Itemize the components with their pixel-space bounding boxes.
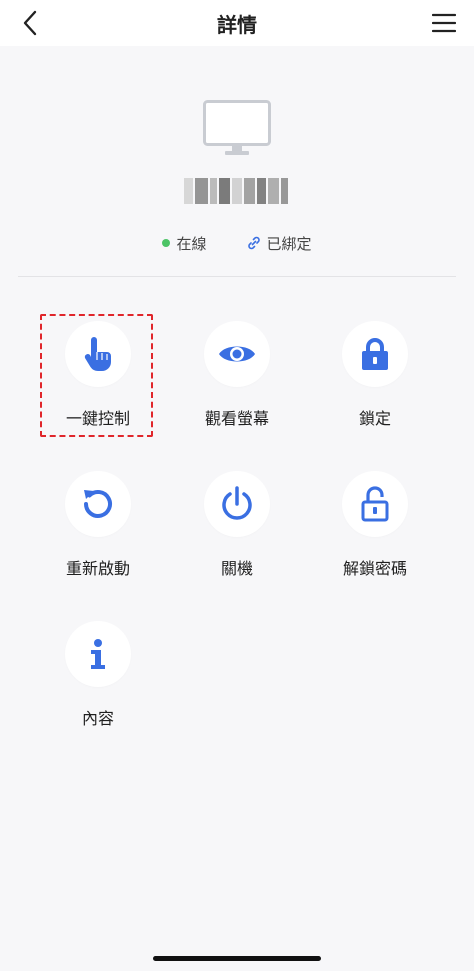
unlock-icon: [361, 486, 389, 522]
device-status-row: 在線 已綁定: [0, 233, 474, 253]
bound-status: 已綁定: [247, 233, 312, 254]
lock-button[interactable]: 鎖定: [315, 321, 435, 441]
hand-pointer-icon: [84, 337, 111, 371]
power-icon: [222, 486, 252, 520]
restart-button[interactable]: 重新啟動: [38, 471, 158, 591]
properties-button[interactable]: 內容: [38, 621, 158, 741]
one-click-control-circle: [65, 321, 131, 387]
hamburger-menu-icon: [432, 13, 456, 33]
lock-circle: [342, 321, 408, 387]
restart-circle: [65, 471, 131, 537]
link-icon: [247, 236, 260, 250]
one-click-control-button[interactable]: 一鍵控制: [38, 321, 158, 441]
watch-screen-label: 觀看螢幕: [204, 409, 269, 428]
watch-screen-button[interactable]: 觀看螢幕: [177, 321, 297, 441]
unlock-password-button[interactable]: 解鎖密碼: [315, 471, 435, 591]
properties-circle: [65, 621, 131, 687]
header-bar: 詳情: [0, 0, 474, 46]
eye-icon: [219, 346, 255, 362]
unlock-password-circle: [342, 471, 408, 537]
shutdown-button[interactable]: 關機: [177, 471, 297, 591]
lock-icon: [362, 338, 388, 370]
online-status-label: 在線: [176, 234, 207, 253]
bound-status-label: 已綁定: [266, 234, 312, 253]
home-indicator[interactable]: [153, 956, 321, 961]
device-name-blurred: [184, 178, 288, 204]
online-dot-icon: [162, 239, 171, 247]
lock-label: 鎖定: [358, 409, 391, 428]
info-icon: [91, 639, 105, 669]
details-page: 詳情 在線 已綁定 一鍵控制 觀看螢幕 鎖定 重新啟動 關機 解鎖密碼 內容: [0, 0, 474, 971]
shutdown-circle: [204, 471, 270, 537]
divider: [18, 276, 456, 277]
page-title: 詳情: [217, 13, 257, 37]
online-status: 在線: [162, 233, 207, 254]
restart-icon: [84, 490, 112, 518]
watch-screen-circle: [204, 321, 270, 387]
shutdown-label: 關機: [220, 559, 253, 578]
restart-label: 重新啟動: [65, 559, 130, 578]
properties-label: 內容: [81, 709, 114, 728]
unlock-password-label: 解鎖密碼: [342, 559, 407, 578]
monitor-icon: [203, 100, 271, 155]
menu-button[interactable]: [428, 9, 460, 37]
one-click-control-label: 一鍵控制: [65, 409, 130, 428]
